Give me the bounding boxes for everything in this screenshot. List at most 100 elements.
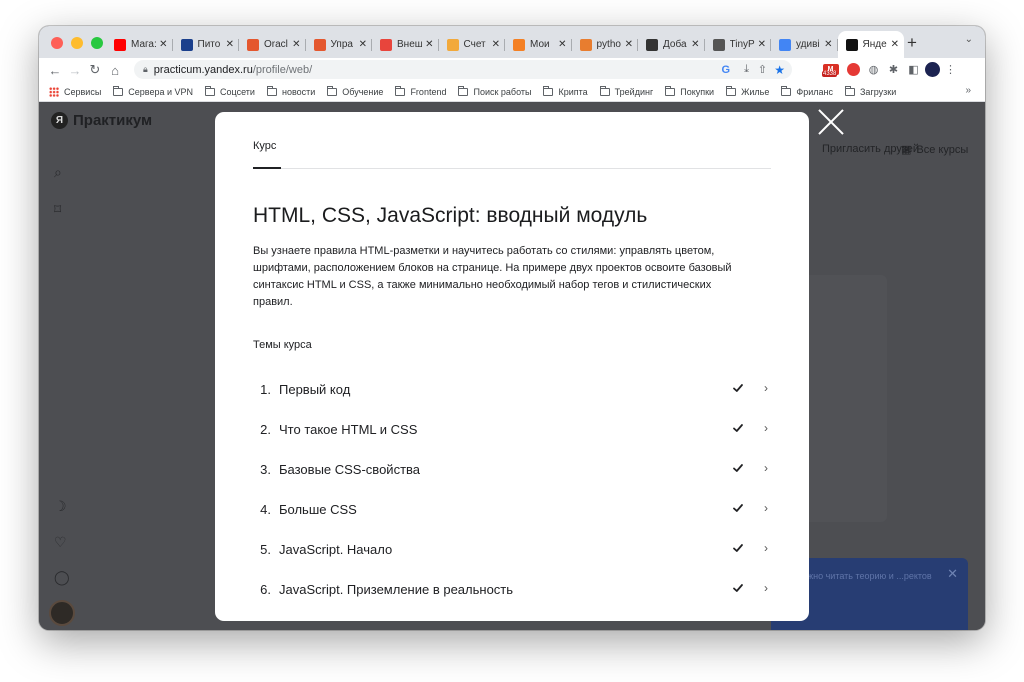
bookmark-folder[interactable]: Обучение bbox=[327, 85, 384, 97]
topic-row[interactable]: 1. Первый код › bbox=[253, 369, 777, 409]
install-app-icon[interactable]: ⤓ bbox=[744, 63, 749, 76]
tab-close-icon[interactable]: ✕ bbox=[758, 39, 766, 50]
back-icon[interactable]: ← bbox=[45, 63, 65, 78]
bookmark-folder[interactable]: Покупки bbox=[665, 85, 714, 97]
bookmark-label: Сервера и VPN bbox=[128, 86, 194, 97]
tab-close-icon[interactable]: ✕ bbox=[824, 39, 832, 50]
browser-tab[interactable]: Мага: ✕ bbox=[106, 31, 173, 58]
chat-icon[interactable]: ◯ bbox=[54, 569, 70, 586]
chevron-right-icon: › bbox=[764, 461, 768, 475]
browser-tab[interactable]: Мои ✕ bbox=[505, 31, 572, 58]
tab-search-icon[interactable]: ⌄ bbox=[965, 34, 973, 45]
tab-title: Oracl bbox=[264, 39, 288, 50]
search-icon[interactable]: ⌕ bbox=[54, 164, 62, 181]
theme-moon-icon[interactable]: ☽ bbox=[54, 498, 67, 515]
bookmark-services[interactable]: Сервисы bbox=[49, 86, 101, 97]
bookmark-label: Трейдинг bbox=[614, 86, 654, 97]
tab-close-icon[interactable]: ✕ bbox=[625, 39, 633, 50]
site-logo[interactable]: Я Практикум bbox=[51, 112, 152, 129]
home-icon[interactable]: ⌂ bbox=[105, 63, 125, 78]
apps-grid-icon bbox=[49, 86, 59, 97]
profile-avatar[interactable] bbox=[924, 61, 941, 78]
browser-tab[interactable]: Янде ✕ bbox=[837, 31, 904, 58]
bookmark-folder[interactable]: Трейдинг bbox=[599, 85, 654, 97]
tab-close-icon[interactable]: ✕ bbox=[492, 39, 500, 50]
extensions-puzzle-icon[interactable]: ✱ bbox=[885, 61, 902, 78]
tab-close-icon[interactable]: ✕ bbox=[425, 39, 433, 50]
folder-icon bbox=[458, 85, 469, 96]
browser-tab[interactable]: pytho ✕ bbox=[572, 31, 639, 58]
chevron-right-icon: › bbox=[764, 381, 768, 395]
bookmark-star-icon[interactable]: ★ bbox=[774, 63, 785, 77]
browser-tab[interactable]: удиві ✕ bbox=[771, 31, 838, 58]
browser-tab[interactable]: Счет ✕ bbox=[439, 31, 506, 58]
bookmark-folder[interactable]: Сервера и VPN bbox=[113, 85, 194, 97]
bookmark-icon[interactable]: ⌑ bbox=[54, 201, 61, 218]
close-window-button[interactable] bbox=[51, 37, 63, 49]
window-controls bbox=[51, 37, 103, 49]
browser-tab[interactable]: Доба ✕ bbox=[638, 31, 705, 58]
terminal-icon bbox=[247, 38, 259, 51]
tab-title: удиві bbox=[796, 39, 820, 50]
bookmark-folder[interactable]: Соцсети bbox=[205, 85, 255, 97]
bookmark-folder[interactable]: Крипта bbox=[543, 85, 588, 97]
tab-close-icon[interactable]: ✕ bbox=[691, 39, 699, 50]
bookmark-label: Обучение bbox=[342, 86, 384, 97]
browser-tab[interactable]: TinyP ✕ bbox=[705, 31, 772, 58]
topic-number: 6. bbox=[260, 581, 271, 597]
bookmark-folder[interactable]: Жилье bbox=[726, 85, 769, 97]
address-bar[interactable]: 🔒︎ practicum.yandex.ru/profile/web/ G ⤓ … bbox=[134, 60, 792, 79]
topic-title: Базовые CSS-свойства bbox=[279, 461, 421, 477]
share-icon[interactable]: ⇧ bbox=[758, 63, 767, 76]
topic-title: Первый код bbox=[279, 381, 351, 397]
bookmark-folder[interactable]: Фриланс bbox=[781, 85, 833, 97]
topic-row[interactable]: 2. Что такое HTML и CSS › bbox=[253, 409, 777, 449]
browser-tab[interactable]: Oracl ✕ bbox=[239, 31, 306, 58]
globe-extension-icon[interactable]: ◍ bbox=[865, 61, 882, 78]
topic-row[interactable]: 4. Больше CSS › bbox=[253, 489, 777, 529]
folder-icon bbox=[845, 85, 855, 96]
side-panel-icon[interactable]: ◧ bbox=[905, 61, 922, 78]
browser-tab[interactable]: Внеш ✕ bbox=[372, 31, 439, 58]
tab-close-icon[interactable]: ✕ bbox=[226, 39, 234, 50]
chevron-right-icon: › bbox=[764, 541, 768, 555]
browser-menu-icon[interactable]: ⋮ bbox=[942, 61, 959, 78]
minimize-window-button[interactable] bbox=[71, 37, 83, 49]
close-modal-icon[interactable] bbox=[818, 109, 844, 135]
tab-course[interactable]: Курс bbox=[253, 140, 276, 152]
topic-row[interactable]: 5. JavaScript. Начало › bbox=[253, 529, 777, 569]
bookmarks-more-button[interactable]: » bbox=[965, 85, 971, 96]
tab-close-icon[interactable]: ✕ bbox=[292, 39, 300, 50]
toast-close-icon[interactable]: ✕ bbox=[947, 566, 958, 582]
extension-red-icon[interactable] bbox=[845, 61, 862, 78]
topic-row[interactable]: 3. Базовые CSS-свойства › bbox=[253, 449, 777, 489]
topic-number: 5. bbox=[260, 541, 271, 557]
user-avatar[interactable] bbox=[49, 600, 75, 626]
check-icon bbox=[733, 544, 743, 552]
tab-close-icon[interactable]: ✕ bbox=[558, 39, 566, 50]
tab-close-icon[interactable]: ✕ bbox=[891, 39, 899, 50]
heart-icon[interactable]: ♡ bbox=[54, 534, 67, 551]
search-icon bbox=[380, 38, 392, 51]
lock-icon: 🔒︎ bbox=[143, 64, 148, 74]
gmail-badge: 4338 bbox=[822, 71, 838, 77]
bookmark-folder[interactable]: новости bbox=[266, 85, 315, 97]
reload-icon[interactable]: ↻ bbox=[85, 62, 105, 78]
forward-icon[interactable]: → bbox=[65, 63, 85, 78]
google-lens-icon[interactable]: G bbox=[721, 64, 730, 76]
browser-tab[interactable]: Пито ✕ bbox=[173, 31, 240, 58]
folder-icon bbox=[266, 85, 277, 96]
folder-icon bbox=[113, 85, 124, 96]
zoom-window-button[interactable] bbox=[91, 37, 103, 49]
tab-close-icon[interactable]: ✕ bbox=[359, 39, 367, 50]
topic-number: 4. bbox=[260, 501, 271, 517]
browser-tab[interactable]: Упра ✕ bbox=[306, 31, 373, 58]
topic-row[interactable]: 6. JavaScript. Приземление в реальность › bbox=[253, 569, 777, 609]
bookmark-folder[interactable]: Поиск работы bbox=[458, 85, 531, 97]
bookmark-folder[interactable]: Frontend bbox=[395, 85, 446, 97]
bookmark-folder[interactable]: Загрузки bbox=[845, 85, 896, 97]
gmail-extension-icon[interactable]: M 4338 bbox=[822, 61, 839, 78]
all-courses-link[interactable]: ▦ Все курсы bbox=[901, 143, 968, 157]
tab-close-icon[interactable]: ✕ bbox=[159, 39, 167, 50]
new-tab-button[interactable]: + bbox=[907, 33, 917, 53]
